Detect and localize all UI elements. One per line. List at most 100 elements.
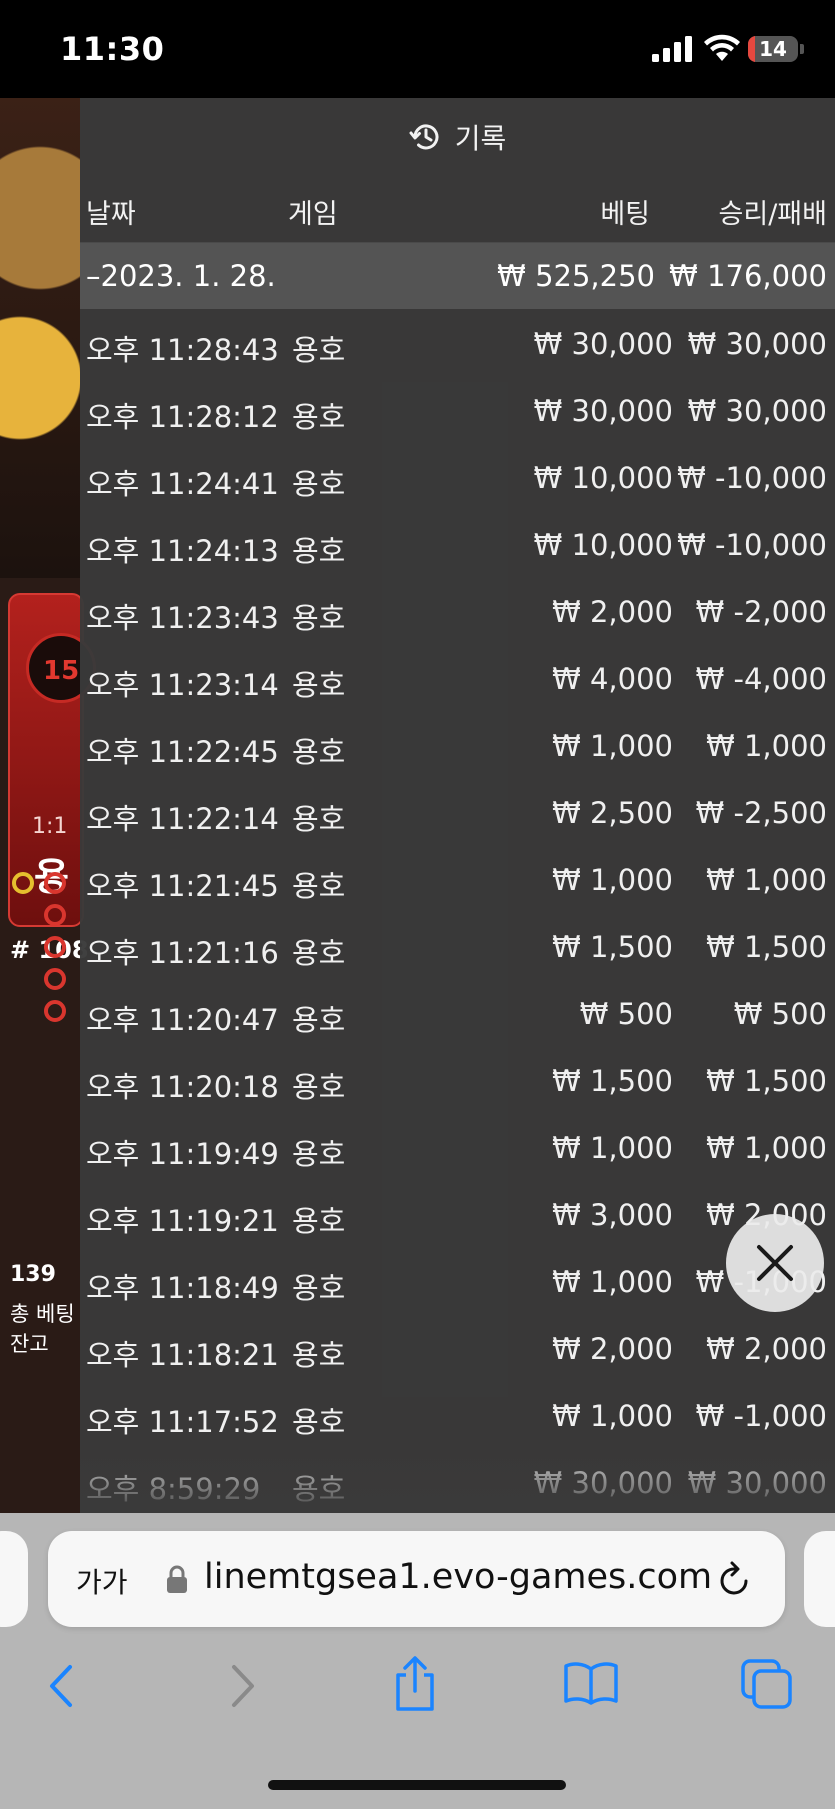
row-result: ₩ 1,500 — [706, 930, 827, 964]
close-icon — [757, 1245, 793, 1281]
row-bet: ₩ 4,000 — [552, 662, 673, 696]
history-row[interactable]: 오후 11:18:21 용호 ₩ 2,000 ₩ 2,000 — [80, 1314, 835, 1381]
status-time: 11:30 — [60, 30, 165, 68]
column-game: 게임 — [288, 199, 338, 230]
bookmarks-icon[interactable] — [563, 1661, 619, 1705]
history-row[interactable]: 오후 11:21:45 용호 ₩ 1,000 ₩ 1,000 — [80, 845, 835, 912]
address-bar[interactable]: 가가 linemtgsea1.evo-games.com — [48, 1531, 785, 1627]
row-game: 용호 — [292, 1338, 346, 1372]
row-bet: ₩ 10,000 — [533, 461, 673, 495]
row-time: 오후 11:28:43 — [86, 333, 279, 367]
row-game: 용호 — [292, 467, 346, 501]
bead-road-item — [44, 968, 66, 990]
row-game: 용호 — [292, 936, 346, 970]
row-time: 오후 11:22:45 — [86, 735, 279, 769]
row-result: ₩ 2,000 — [706, 1332, 827, 1366]
row-result: ₩ -2,500 — [695, 796, 827, 830]
row-time: 오후 11:21:45 — [86, 869, 279, 903]
row-game: 용호 — [292, 668, 346, 702]
row-bet: ₩ 30,000 — [533, 327, 673, 361]
row-game: 용호 — [292, 1271, 346, 1305]
row-bet: ₩ 2,000 — [552, 1332, 673, 1366]
next-tab-preview[interactable] — [804, 1531, 835, 1627]
row-result: ₩ 1,500 — [706, 1064, 827, 1098]
history-row[interactable]: 오후 11:28:43 용호 ₩ 30,000 ₩ 30,000 — [80, 309, 835, 376]
battery-cap — [800, 44, 804, 54]
reload-icon[interactable] — [716, 1559, 754, 1599]
row-bet: ₩ 1,000 — [552, 1265, 673, 1299]
dragon-decoration — [0, 98, 80, 578]
row-time: 오후 11:24:41 — [86, 467, 279, 501]
balance-label: 잔고 — [10, 1332, 49, 1356]
tabs-icon[interactable] — [740, 1658, 794, 1710]
history-header: 기록 — [80, 98, 835, 176]
battery-level: 14 — [759, 37, 787, 61]
close-button[interactable] — [726, 1214, 824, 1312]
forward-icon[interactable] — [228, 1663, 258, 1709]
history-icon — [409, 124, 439, 150]
row-result: ₩ -10,000 — [677, 528, 827, 562]
row-time: 오후 11:19:49 — [86, 1137, 279, 1171]
previous-tab-preview[interactable] — [0, 1531, 28, 1627]
row-time: 오후 11:23:14 — [86, 668, 279, 702]
history-row[interactable]: 오후 11:24:41 용호 ₩ 10,000 ₩ -10,000 — [80, 443, 835, 510]
row-bet: ₩ 30,000 — [533, 394, 673, 428]
row-result: ₩ 30,000 — [687, 1466, 827, 1500]
history-row[interactable]: 오후 8:59:29 용호 ₩ 30,000 ₩ 30,000 — [80, 1448, 835, 1513]
history-row[interactable]: 오후 11:19:21용호₩ 3,000₩ 2,000 — [80, 1180, 835, 1247]
row-result: ₩ -10,000 — [677, 461, 827, 495]
history-row[interactable]: 오후 11:23:14 용호 ₩ 4,000 ₩ -4,000 — [80, 644, 835, 711]
history-row[interactable]: 오후 11:22:45 용호 ₩ 1,000 ₩ 1,000 — [80, 711, 835, 778]
row-result: ₩ -2,000 — [695, 595, 827, 629]
row-result: ₩ 1,000 — [706, 1131, 827, 1165]
total-bet-label: 총 베팅 — [10, 1302, 75, 1326]
row-bet: ₩ 3,000 — [552, 1198, 673, 1232]
row-time: 오후 11:21:16 — [86, 936, 279, 970]
url-text[interactable]: linemtgsea1.evo-games.com — [204, 1557, 712, 1597]
row-game: 용호 — [292, 1405, 346, 1439]
bead-road-item — [44, 872, 66, 894]
history-row[interactable]: 오후 11:22:14 용호 ₩ 2,500 ₩ -2,500 — [80, 778, 835, 845]
row-game: 용호 — [292, 400, 346, 434]
row-game: 용호 — [292, 1472, 346, 1506]
history-row[interactable]: 오후 11:20:18 용호 ₩ 1,500 ₩ 1,500 — [80, 1046, 835, 1113]
history-row[interactable]: 오후 11:17:52 용호 ₩ 1,000 ₩ -1,000 — [80, 1381, 835, 1448]
bead-road-item — [44, 1000, 66, 1022]
column-headers: 날짜 게임 베팅 승리/패배 — [80, 176, 835, 243]
date-group-bet-total: ₩ 525,250 — [497, 259, 655, 293]
browser-toolbar: 가가 linemtgsea1.evo-games.com — [0, 1513, 835, 1809]
history-panel: 기록 날짜 게임 베팅 승리/패배 –2023. 1. 28. ₩ 525,25… — [80, 98, 835, 1513]
column-date: 날짜 — [86, 199, 136, 230]
row-time: 오후 11:19:21 — [86, 1204, 279, 1238]
row-time: 오후 11:18:49 — [86, 1271, 279, 1305]
row-time: 오후 11:20:47 — [86, 1003, 279, 1037]
row-game: 용호 — [292, 1137, 346, 1171]
history-row[interactable]: 오후 11:23:43 용호 ₩ 2,000 ₩ -2,000 — [80, 577, 835, 644]
status-bar: 11:30 14 — [0, 0, 835, 98]
share-icon[interactable] — [392, 1655, 438, 1713]
history-row[interactable]: 오후 11:18:49용호₩ 1,000₩ -1,000 — [80, 1247, 835, 1314]
row-game: 용호 — [292, 1003, 346, 1037]
text-size-button[interactable]: 가가 — [76, 1561, 128, 1601]
dragon-odds: 1:1 — [32, 814, 68, 839]
history-row[interactable]: 오후 11:24:13 용호 ₩ 10,000 ₩ -10,000 — [80, 510, 835, 577]
history-row[interactable]: 오후 11:21:16 용호 ₩ 1,500 ₩ 1,500 — [80, 912, 835, 979]
history-title: 기록 — [454, 122, 507, 155]
bead-road-item — [44, 936, 66, 958]
history-row[interactable]: 오후 11:28:12 용호 ₩ 30,000 ₩ 30,000 — [80, 376, 835, 443]
row-bet: ₩ 30,000 — [533, 1466, 673, 1500]
back-icon[interactable] — [46, 1663, 76, 1709]
row-result: ₩ 30,000 — [687, 394, 827, 428]
row-time: 오후 11:28:12 — [86, 400, 279, 434]
history-rows: 오후 11:28:43 용호 ₩ 30,000 ₩ 30,000 오후 11:28:12… — [80, 309, 835, 1513]
date-group-row[interactable]: –2023. 1. 28. ₩ 525,250 ₩ 176,000 — [80, 243, 835, 309]
row-result: ₩ -4,000 — [695, 662, 827, 696]
row-game: 용호 — [292, 534, 346, 568]
history-row[interactable]: 오후 11:19:49 용호 ₩ 1,000 ₩ 1,000 — [80, 1113, 835, 1180]
row-bet: ₩ 1,000 — [552, 1399, 673, 1433]
history-row[interactable]: 오후 11:20:47 용호 ₩ 500 ₩ 500 — [80, 979, 835, 1046]
row-bet: ₩ 10,000 — [533, 528, 673, 562]
row-bet: ₩ 1,000 — [552, 863, 673, 897]
column-bet: 베팅 — [600, 199, 650, 230]
row-time: 오후 11:22:14 — [86, 802, 279, 836]
